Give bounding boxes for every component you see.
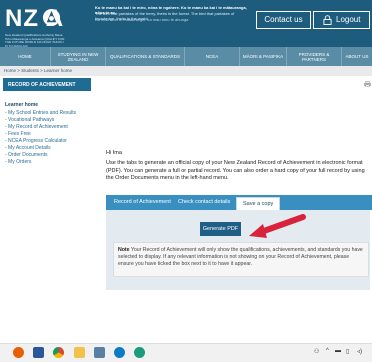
breadcrumb-text[interactable]: Home > Students > Learner home xyxy=(4,68,72,73)
tab-check-contact-details[interactable]: Check contact details xyxy=(178,195,230,210)
sidebar-item-order-documents[interactable]: - Order Documents xyxy=(5,152,48,158)
photos-icon[interactable] xyxy=(94,347,105,358)
volume-icon[interactable]: ◃) xyxy=(357,348,362,355)
nav-home[interactable]: HOME xyxy=(0,47,51,66)
tab-bar: Record of Achievement Check contact deta… xyxy=(106,195,372,211)
logout-label: Logout xyxy=(336,15,361,24)
main-nav: HOME STUDYING IN NEW ZEALAND QUALIFICATI… xyxy=(0,47,372,66)
logo-subtitle: New Zealand Qualifications Authority Man… xyxy=(5,33,65,48)
breadcrumb: Home > Students > Learner home xyxy=(0,66,372,76)
contact-us-button[interactable]: Contact us xyxy=(256,11,311,29)
nav-maori-pasifika[interactable]: MĀORI & PASIFIKA xyxy=(240,47,287,66)
nav-studying[interactable]: STUDYING IN NEW ZEALAND xyxy=(51,47,106,66)
sidebar-item-school-entries[interactable]: - My School Entries and Results xyxy=(5,110,76,116)
tab-save-a-copy[interactable]: Save a copy xyxy=(236,197,281,211)
battery-icon[interactable]: ▬ xyxy=(335,348,341,354)
word-icon[interactable] xyxy=(33,347,44,358)
red-arrow-annotation xyxy=(249,214,306,238)
greeting: Hi Ima xyxy=(106,150,122,156)
nav-providers[interactable]: PROVIDERS & PARTNERS xyxy=(287,47,342,66)
chrome-icon[interactable] xyxy=(53,347,64,358)
sidebar-item-account-details[interactable]: - My Account Details xyxy=(5,145,51,151)
note-box: Note Your Record of Achievement will onl… xyxy=(113,242,369,277)
header-quote-tagline: Ka mau tonu te mātauranga. Ka mau tonu t… xyxy=(95,17,189,22)
sidebar-header-label: RECORD OF ACHIEVEMENT xyxy=(8,82,76,88)
tab-record-of-achievement[interactable]: Record of Achievement xyxy=(114,195,171,210)
sidebar-title[interactable]: Learner home xyxy=(5,102,38,108)
app-icon[interactable] xyxy=(134,347,145,358)
windows-taskbar: ⚇ ^ ▬ ▯ ◃) xyxy=(0,343,372,362)
intro-text: Use the tabs to generate an official cop… xyxy=(106,160,365,181)
print-icon[interactable] xyxy=(364,81,371,87)
lock-icon xyxy=(323,15,332,25)
sidebar-item-ncea-calculator[interactable]: - NCEA Progress Calculator xyxy=(5,138,67,144)
note-text: Note Your Record of Achievement will onl… xyxy=(118,247,364,268)
note-label: Note xyxy=(118,247,130,253)
sidebar-header: RECORD OF ACHIEVEMENT xyxy=(3,78,91,91)
sidebar-item-my-orders[interactable]: - My Orders xyxy=(5,159,31,165)
user-tray-icon[interactable]: ⚇ xyxy=(314,348,319,355)
chevron-up-icon[interactable]: ^ xyxy=(326,348,329,354)
note-body: Your Record of Achievement will only sho… xyxy=(118,247,363,267)
sidebar-item-record-of-achievement[interactable]: - My Record of Achievement xyxy=(5,124,68,130)
edge-icon[interactable] xyxy=(114,347,125,358)
file-explorer-icon[interactable] xyxy=(74,347,85,358)
logout-button[interactable]: Logout xyxy=(313,11,370,29)
nav-about[interactable]: ABOUT US xyxy=(342,47,372,66)
sidebar-item-fees-free[interactable]: - Fees Free xyxy=(5,131,31,137)
network-icon[interactable]: ▯ xyxy=(346,348,349,355)
nav-qualifications[interactable]: QUALIFICATIONS & STANDARDS xyxy=(106,47,185,66)
generate-pdf-button[interactable]: Generate PDF xyxy=(200,222,241,236)
sidebar-item-vocational-pathways[interactable]: - Vocational Pathways xyxy=(5,117,54,123)
firefox-icon[interactable] xyxy=(13,347,24,358)
koru-logo-icon xyxy=(42,8,61,27)
nav-ncea[interactable]: NCEA xyxy=(185,47,240,66)
